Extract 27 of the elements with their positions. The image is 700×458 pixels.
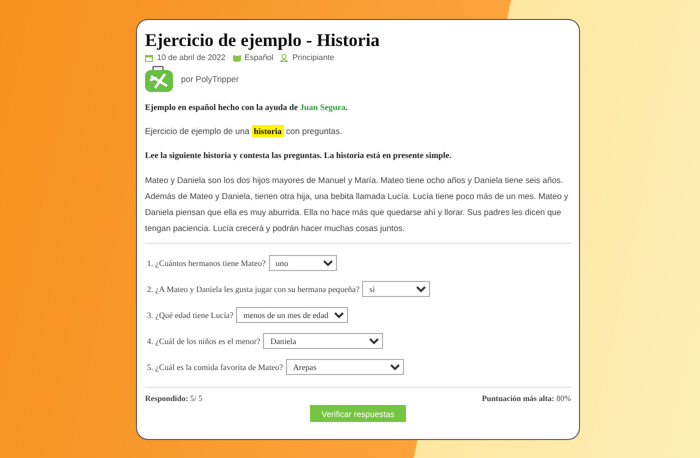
answer-dropdown[interactable]: si (362, 281, 430, 297)
question-label: 1. ¿Cuántos hermanos tiene Mateo? (147, 258, 266, 268)
question-label: 5. ¿Cuál es la comida favorita de Mateo? (147, 362, 283, 372)
answer-dropdown[interactable]: menos de un mes de edad (236, 307, 348, 323)
answered-count: Respondido: 5/ 5 (145, 394, 202, 403)
exercise-title: Ejercicio de ejemplo - Historia (145, 30, 381, 51)
author-link[interactable]: Juan Segura (300, 102, 346, 112)
question-label: 3. ¿Qué edad tiene Lucía? (147, 310, 234, 320)
instruction-text: Lee la siguiente historia y contesta las preguntas. La historia está en presente simple. (145, 149, 452, 162)
level-text: Principiante (292, 53, 334, 62)
high-score: Puntuación más alta: 80% (482, 394, 571, 403)
date-text: 10 de abril de 2022 (157, 53, 226, 62)
intro-sentence: Ejercicio de ejemplo de una historia con preguntas. (145, 124, 344, 138)
highlighted-word: historia (252, 125, 284, 137)
credit-sentence: Ejemplo en español hecho con la ayuda de Juan Segura. (145, 101, 349, 114)
story-paragraph: Mateo y Daniela son los dos hijos mayores de Manuel y María. Mateo tiene ocho años y Daniela tiene seis años. Además de Mateo y Daniela, tienen otra hija, una bebita llamada Lucía. Lucía tiene poco más de un mes. Mateo y Daniela piensan que ella es muy aburrida. Ella no hace más que quedarse ahí y llorar. Sus padres les dicen que tengan paciencia. Lucía crecerá y podrán hacer muchas cosas juntos. (145, 174, 570, 235)
user-icon (280, 54, 288, 62)
book-icon (232, 54, 240, 62)
answer-dropdown[interactable]: Arepas (286, 359, 404, 375)
language-text: Español (244, 53, 274, 62)
suitcase-icon (145, 66, 173, 92)
answer-dropdown[interactable]: Daniela (263, 333, 384, 349)
calendar-icon (145, 54, 153, 62)
question-label: 2. ¿A Mateo y Daniela les gusta jugar con su hermana pequeña? (147, 284, 360, 294)
answer-dropdown[interactable]: uno (268, 255, 337, 271)
question-label: 4. ¿Cuál de los niños es el menor? (147, 336, 260, 346)
author-text: por PolyTripper (181, 74, 239, 84)
